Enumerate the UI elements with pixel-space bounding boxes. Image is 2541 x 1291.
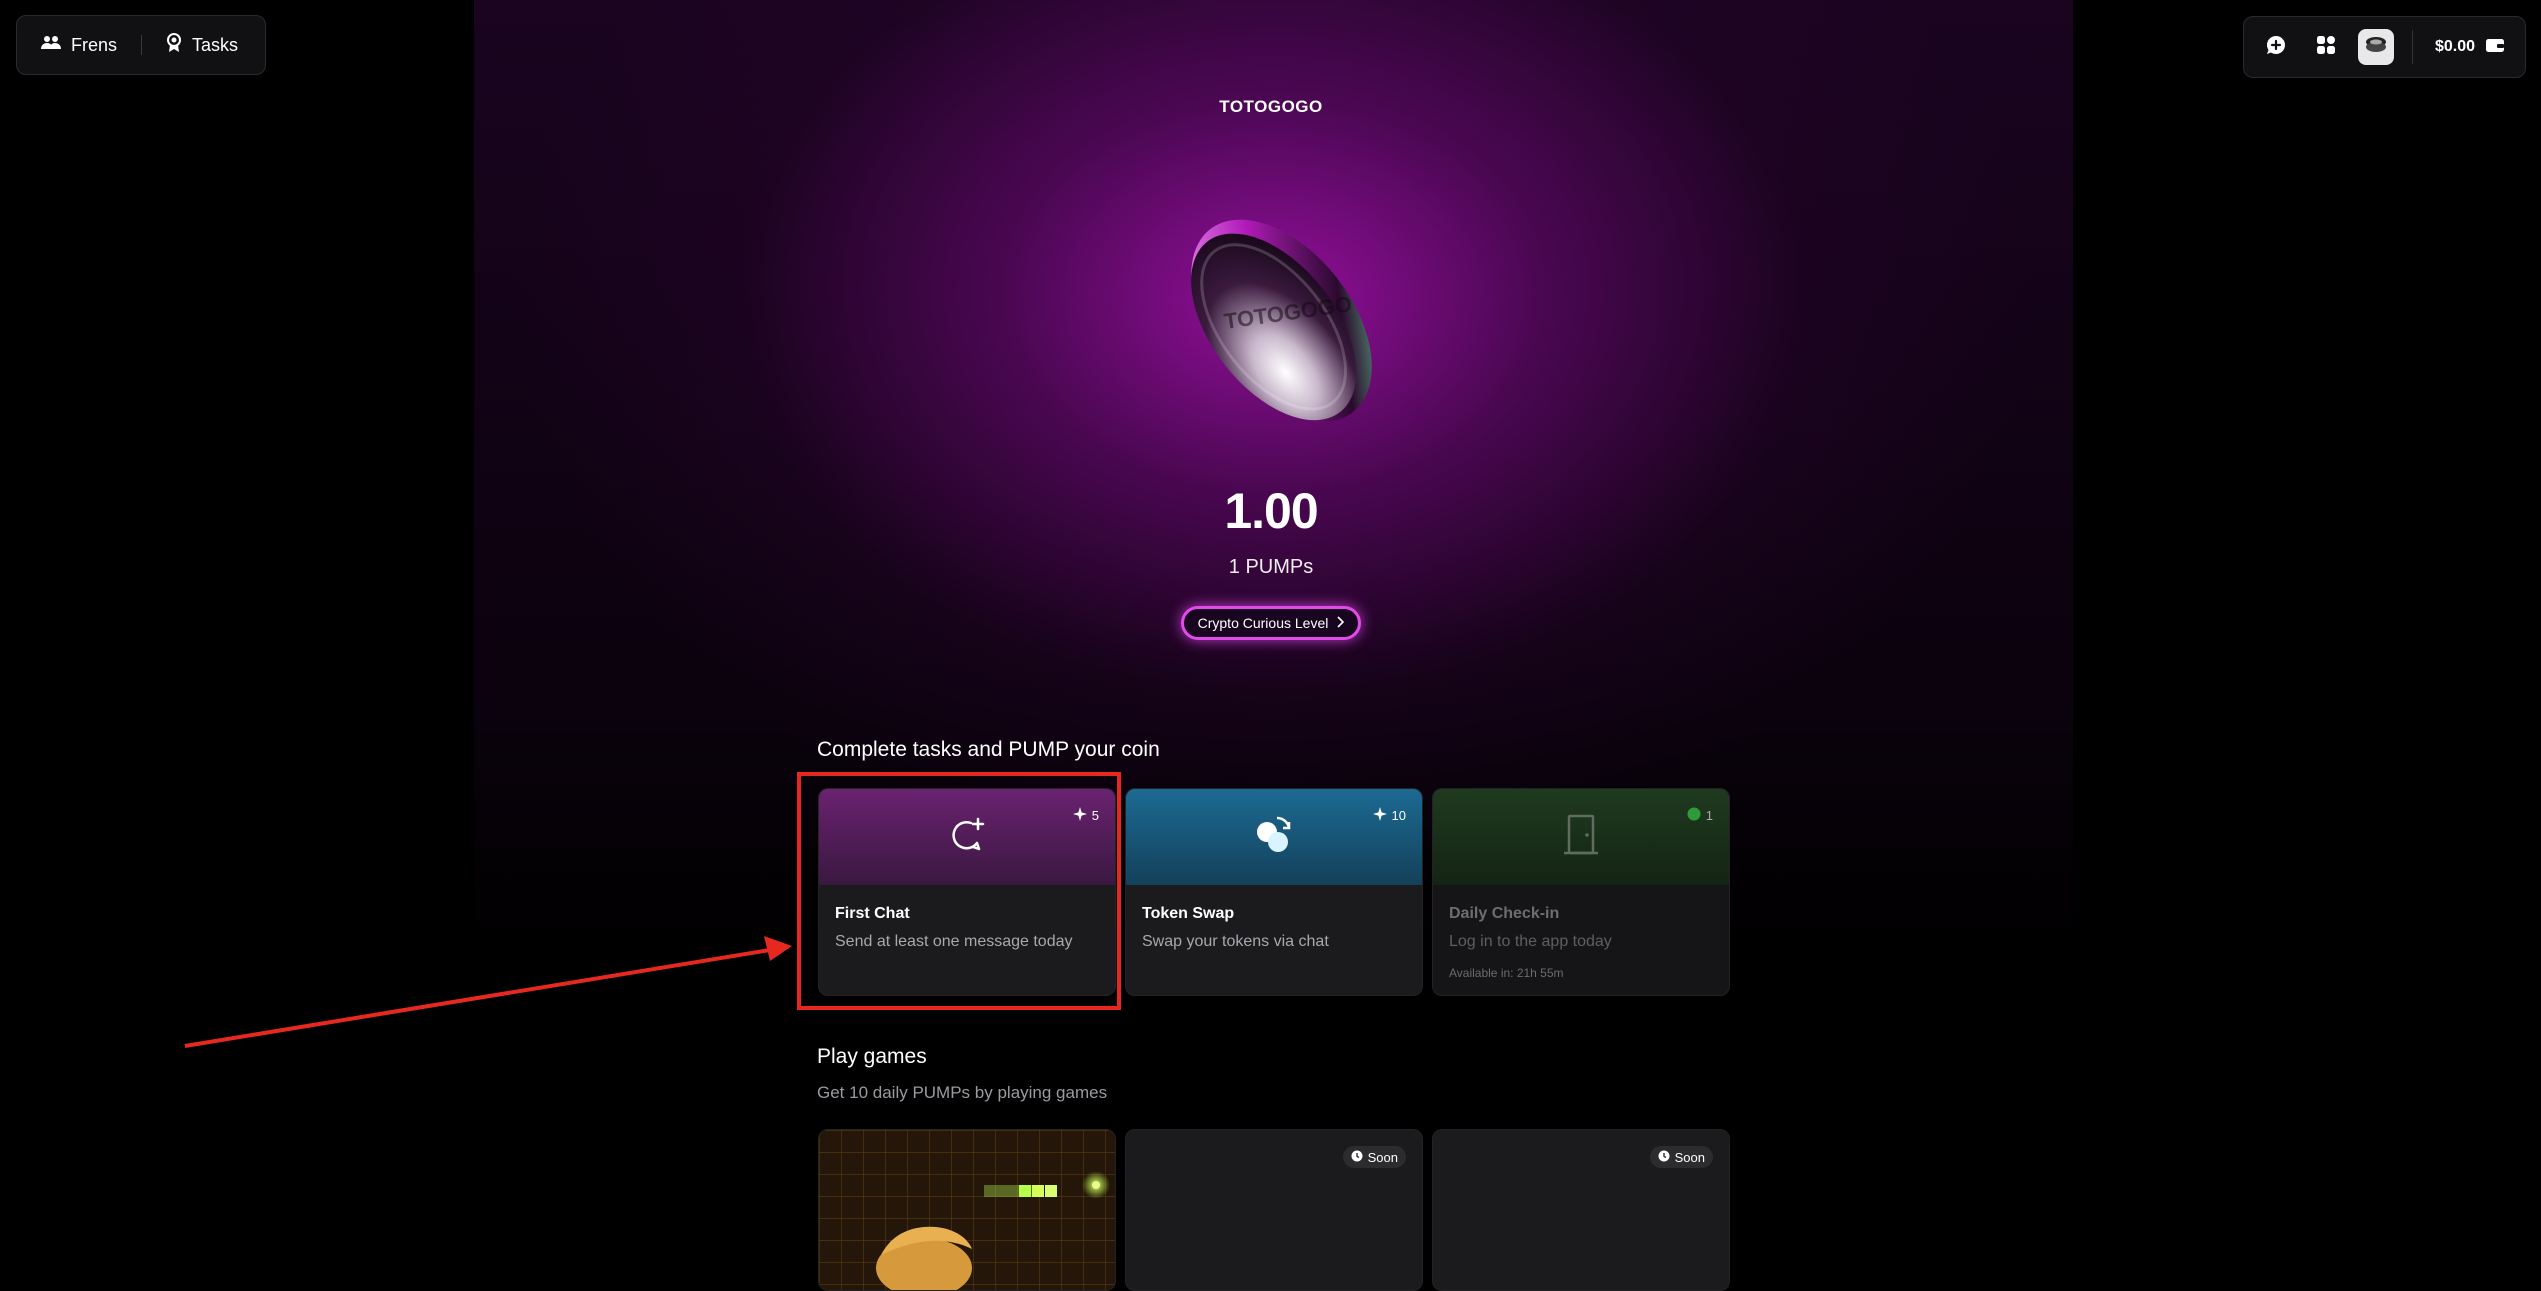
- reward-badge: 1: [1687, 807, 1713, 824]
- tasks-nav-button[interactable]: Tasks: [142, 32, 262, 58]
- game-card-snake[interactable]: [818, 1129, 1116, 1291]
- task-card-daily-checkin[interactable]: 1 Daily Check-in Log in to the app today…: [1432, 788, 1730, 996]
- task-card-header: 1: [1433, 789, 1729, 885]
- nav-divider: [2412, 30, 2413, 64]
- wallet-button[interactable]: $0.00: [2435, 37, 2505, 58]
- swap-coins-icon: [1251, 812, 1297, 863]
- coin-name: TOTOGOGO: [1219, 97, 1323, 116]
- clock-icon: [1351, 1150, 1363, 1165]
- game-card-coming-soon[interactable]: Soon: [1125, 1129, 1423, 1291]
- tasks-section-title: Complete tasks and PUMP your coin: [817, 738, 1160, 761]
- clock-icon: [1658, 1150, 1670, 1165]
- reward-badge: 10: [1372, 807, 1406, 824]
- people-icon: [41, 35, 61, 56]
- task-card-token-swap[interactable]: 10 Token Swap Swap your tokens via chat: [1125, 788, 1423, 996]
- soon-label: Soon: [1367, 1149, 1398, 1165]
- grid-icon: [2316, 35, 2336, 60]
- task-title: Daily Check-in: [1449, 905, 1560, 922]
- reward-amount: 1: [1705, 808, 1713, 823]
- top-right-nav: $0.00: [2243, 16, 2526, 78]
- sparkle-icon: [1372, 807, 1387, 824]
- chevron-right-icon: [1336, 615, 1345, 631]
- snake-game-thumbnail: [819, 1130, 1115, 1290]
- task-description: Log in to the app today: [1449, 933, 1612, 950]
- top-left-nav: Frens Tasks: [16, 15, 266, 75]
- wallet-icon: [2485, 37, 2505, 58]
- soon-badge: Soon: [1649, 1146, 1713, 1168]
- apps-button[interactable]: [2308, 29, 2344, 65]
- new-chat-button[interactable]: [2258, 29, 2294, 65]
- door-icon: [1561, 813, 1601, 862]
- level-button[interactable]: Crypto Curious Level: [1181, 606, 1361, 640]
- coin-image: TOTOGOGO: [1161, 200, 1391, 450]
- frens-label: Frens: [71, 34, 118, 55]
- task-card-header: 10: [1126, 789, 1422, 885]
- reward-amount: 10: [1391, 808, 1406, 823]
- task-title: Token Swap: [1142, 905, 1235, 922]
- check-dot-icon: [1687, 807, 1701, 824]
- coin-button[interactable]: [2358, 29, 2394, 65]
- task-description: Swap your tokens via chat: [1142, 933, 1329, 950]
- coin-amount: 1.00: [1224, 483, 1318, 539]
- balance-value: $0.00: [2435, 38, 2476, 55]
- coin-stack-icon: [2364, 35, 2388, 60]
- pumps-count: 1 PUMPs: [1228, 556, 1314, 578]
- game-card-coming-soon[interactable]: Soon: [1432, 1129, 1730, 1291]
- frens-nav-button[interactable]: Frens: [17, 35, 141, 56]
- availability-text: Available in: 21h 55m: [1449, 966, 1564, 980]
- chat-plus-icon: [2265, 34, 2287, 61]
- tasks-label: Tasks: [192, 34, 239, 55]
- games-section-subtitle: Get 10 daily PUMPs by playing games: [817, 1083, 1108, 1102]
- highlight-box: [797, 772, 1121, 1010]
- soon-badge: Soon: [1342, 1146, 1406, 1168]
- award-icon: [166, 32, 182, 58]
- games-section-title: Play games: [817, 1045, 927, 1068]
- level-label: Crypto Curious Level: [1197, 615, 1329, 631]
- soon-label: Soon: [1674, 1149, 1705, 1165]
